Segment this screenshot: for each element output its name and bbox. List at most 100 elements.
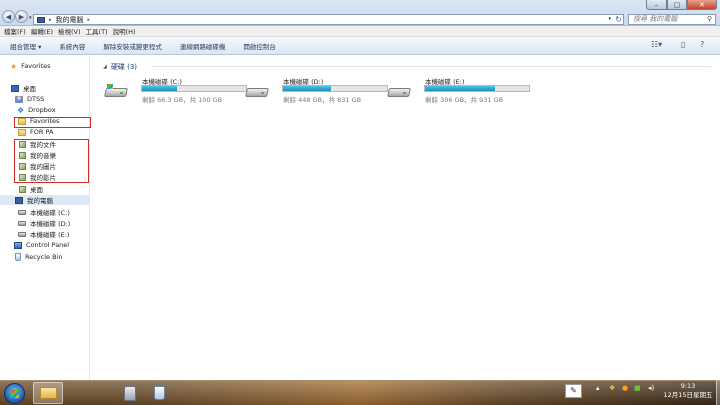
hard-drive-icon [386,84,411,99]
close-button[interactable]: ✕ [687,0,717,10]
volume-icon[interactable]: ◂) [648,384,654,392]
star-icon: ★ [10,61,18,71]
pen-input-icon[interactable]: ✎ [565,384,582,398]
taskbar-explorer-button[interactable] [33,382,63,404]
sidebar-item-label: Dropbox [28,106,56,114]
drive-usage-fill [283,86,331,91]
taskbar: ▴ ❖ ● ■ ◂) [0,380,720,405]
sidebar-item-label: 桌面 [23,85,36,93]
map-network-drive-button[interactable]: 連線網路磁碟機 [180,41,226,51]
drive-tile-c[interactable]: 本機磁碟 (C:) 剩餘 66.3 GB，共 100 GB [103,75,247,105]
sidebar-item-drive-e[interactable]: 本機磁碟 (E:) [18,229,69,239]
taskbar-app-button[interactable] [121,382,139,404]
sidebar-item-label: FOR PA [30,128,54,136]
windows-logo-icon [9,389,20,398]
menu-bar: 檔案(F) 編輯(E) 檢視(V) 工具(T) 說明(H) [0,26,720,37]
tray-app-icon[interactable]: ● [622,384,628,392]
sidebar-item-label: Favorites [21,62,51,70]
group-header-label: 硬碟 (3) [110,63,137,71]
drive-icon [18,220,26,226]
drive-free-space: 剩餘 306 GB，共 931 GB [425,96,504,104]
folder-icon [18,128,26,136]
drive-tile-d[interactable]: 本機磁碟 (D:) 剩餘 448 GB，共 831 GB [244,75,388,105]
search-icon: ⚲ [706,15,712,23]
group-divider [151,66,711,67]
sidebar-item-label: 本機磁碟 (E:) [30,231,70,239]
drive-free-space: 剩餘 448 GB，共 831 GB [283,96,362,104]
recent-pages-dropdown[interactable]: ▾ [29,15,32,21]
clock-time: 9:13 [680,382,696,390]
breadcrumb-arrow-icon[interactable]: ▸ [49,17,52,23]
drive-tile-e[interactable]: 本機磁碟 (E:) 剩餘 306 GB，共 931 GB [386,75,530,105]
desktop-icon [11,84,19,92]
refresh-icon[interactable]: ↻ [615,15,622,24]
network-tray-icon[interactable]: ■ [634,384,641,392]
sidebar-item-control-panel[interactable]: Control Panel [14,240,69,250]
tray-expand-icon[interactable]: ▴ [596,384,600,392]
sidebar-item-desktop-folder[interactable]: 桌面 [19,184,43,194]
sidebar-item-recycle-bin[interactable]: Recycle Bin [15,252,62,262]
start-button[interactable] [4,383,25,404]
file-list-pane: ◢ 硬碟 (3) 本機磁碟 (C:) 剩餘 66.3 GB，共 100 GB 本… [91,55,720,380]
menu-file[interactable]: 檔案(F) [4,26,26,36]
sidebar-item-label: Control Panel [26,241,70,249]
sidebar-item-label: 本機磁碟 (D:) [30,220,71,228]
sidebar-item-drive-d[interactable]: 本機磁碟 (D:) [18,218,70,228]
hard-drive-icon [103,84,128,99]
recycle-bin-icon [153,386,165,400]
menu-view[interactable]: 檢視(V) [58,26,81,36]
drive-usage-bar [424,85,530,92]
sidebar-item-desktop[interactable]: 桌面 [11,83,36,93]
menu-help[interactable]: 說明(H) [113,26,136,36]
breadcrumb-my-computer[interactable]: 我的電腦 [56,15,84,25]
annotation-highlight-box [14,139,89,183]
user-folder-icon [15,95,23,103]
system-properties-button[interactable]: 系統內容 [59,41,85,51]
sidebar-item-favorites[interactable]: ★ Favorites [10,61,51,71]
collapse-triangle-icon[interactable]: ◢ [103,64,107,70]
sidebar-item-label: 桌面 [30,186,43,194]
taskbar-clock[interactable]: 9:13 12月15日星期五 [660,382,716,400]
help-icon[interactable]: ? [700,40,704,49]
control-panel-icon [14,241,22,249]
sidebar-item-my-computer[interactable]: 我的電腦 [15,195,53,205]
sidebar-item-label: Recycle Bin [25,253,63,261]
sidebar-item-label: DTSS [27,95,45,103]
sidebar-item-dtss[interactable]: DTSS [15,94,44,104]
open-control-panel-button[interactable]: 開啟控制台 [243,41,276,51]
navigation-pane: ★ Favorites 桌面 DTSS ❖ Dropbox Favorites … [0,55,91,380]
show-desktop-button[interactable] [716,380,720,405]
breadcrumb-arrow-icon[interactable]: ▸ [88,17,91,23]
recycle-bin-icon [15,253,21,261]
sidebar-item-label: 我的電腦 [27,197,53,205]
group-header-hard-drives[interactable]: ◢ 硬碟 (3) [103,62,137,72]
dropbox-tray-icon[interactable]: ❖ [609,384,615,392]
uninstall-program-button[interactable]: 解除安裝或變更程式 [103,41,162,51]
minimize-button[interactable]: – [646,0,667,10]
back-button[interactable]: ◀ [2,10,15,23]
drive-icon [18,231,26,237]
app-icon [124,385,136,401]
forward-button[interactable]: ▶ [15,10,28,23]
menu-tools[interactable]: 工具(T) [86,26,108,36]
sidebar-item-drive-c[interactable]: 本機磁碟 (C:) [18,207,70,217]
folder-icon [39,387,57,399]
clock-date: 12月15日星期五 [663,391,713,399]
hard-drive-icon [244,84,269,99]
organize-button[interactable]: 組合管理 ▾ [10,41,41,51]
taskbar-recycle-bin-button[interactable] [150,382,168,404]
sidebar-item-label: 本機磁碟 (C:) [30,209,70,217]
preview-pane-icon[interactable]: ▯ [681,40,685,49]
menu-edit[interactable]: 編輯(E) [31,26,53,36]
sidebar-item-for-pa[interactable]: FOR PA [18,127,53,137]
search-input[interactable]: 搜尋 我的電腦 ⚲ [628,14,716,25]
address-dropdown-icon[interactable]: ▾ [608,16,611,22]
library-icon [19,185,26,193]
drive-usage-bar [282,85,388,92]
address-bar[interactable]: ▸ 我的電腦 ▸ ▾ ↻ [33,14,624,25]
sidebar-item-dropbox[interactable]: ❖ Dropbox [17,105,56,115]
maximize-button[interactable]: ▢ [667,0,687,10]
view-options-icon[interactable]: ☷▾ [651,40,662,49]
drive-usage-bar [141,85,247,92]
drive-free-space: 剩餘 66.3 GB，共 100 GB [142,96,223,104]
